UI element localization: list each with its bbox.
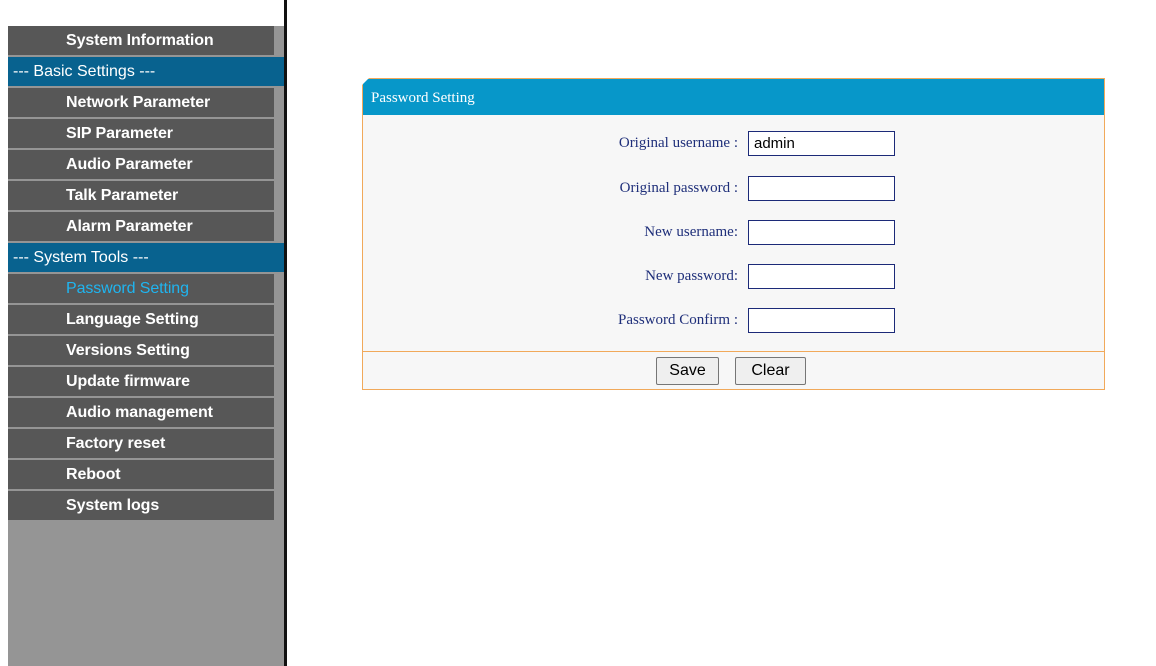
form-row-new-username: New username: — [363, 220, 1104, 246]
sidebar: System Information --- Basic Settings --… — [8, 0, 287, 666]
sidebar-item-password-setting[interactable]: Password Setting — [8, 274, 274, 303]
sidebar-item-network-parameter[interactable]: Network Parameter — [8, 88, 274, 117]
panel-footer: Save Clear — [363, 352, 1104, 389]
panel-title: Password Setting — [362, 78, 1104, 115]
sidebar-item-reboot[interactable]: Reboot — [8, 460, 274, 489]
original-username-input[interactable] — [748, 131, 895, 156]
clear-button[interactable]: Clear — [735, 357, 806, 385]
new-username-label: New username: — [644, 224, 738, 240]
save-button[interactable]: Save — [656, 357, 719, 385]
form-row-new-password: New password: — [363, 264, 1104, 290]
sidebar-top-spacer — [8, 0, 284, 26]
sidebar-item-system-logs[interactable]: System logs — [8, 491, 274, 520]
password-setting-panel: Password Setting Original username : Ori… — [362, 78, 1105, 390]
sidebar-item-audio-management[interactable]: Audio management — [8, 398, 274, 427]
sidebar-item-alarm-parameter[interactable]: Alarm Parameter — [8, 212, 274, 241]
password-form: Original username : Original password : … — [363, 115, 1104, 352]
form-row-password-confirm: Password Confirm : — [363, 308, 1104, 334]
sidebar-item-system-information[interactable]: System Information — [8, 26, 274, 55]
original-username-label: Original username : — [618, 135, 738, 151]
password-confirm-input[interactable] — [748, 308, 895, 333]
app-root: System Information --- Basic Settings --… — [0, 0, 1156, 666]
sidebar-section-system-tools: --- System Tools --- — [8, 243, 284, 272]
original-password-label: Original password : — [619, 180, 738, 196]
sidebar-item-sip-parameter[interactable]: SIP Parameter — [8, 119, 274, 148]
form-row-original-password: Original password : — [363, 176, 1104, 202]
original-password-input[interactable] — [748, 176, 895, 201]
new-password-label: New password: — [645, 268, 738, 284]
sidebar-item-audio-parameter[interactable]: Audio Parameter — [8, 150, 274, 179]
sidebar-item-versions-setting[interactable]: Versions Setting — [8, 336, 274, 365]
new-password-input[interactable] — [748, 264, 895, 289]
sidebar-item-factory-reset[interactable]: Factory reset — [8, 429, 274, 458]
sidebar-item-language-setting[interactable]: Language Setting — [8, 305, 274, 334]
new-username-input[interactable] — [748, 220, 895, 245]
sidebar-item-update-firmware[interactable]: Update firmware — [8, 367, 274, 396]
sidebar-section-basic-settings: --- Basic Settings --- — [8, 57, 284, 86]
password-confirm-label: Password Confirm : — [618, 312, 738, 328]
form-row-original-username: Original username : — [363, 131, 1104, 157]
sidebar-item-talk-parameter[interactable]: Talk Parameter — [8, 181, 274, 210]
